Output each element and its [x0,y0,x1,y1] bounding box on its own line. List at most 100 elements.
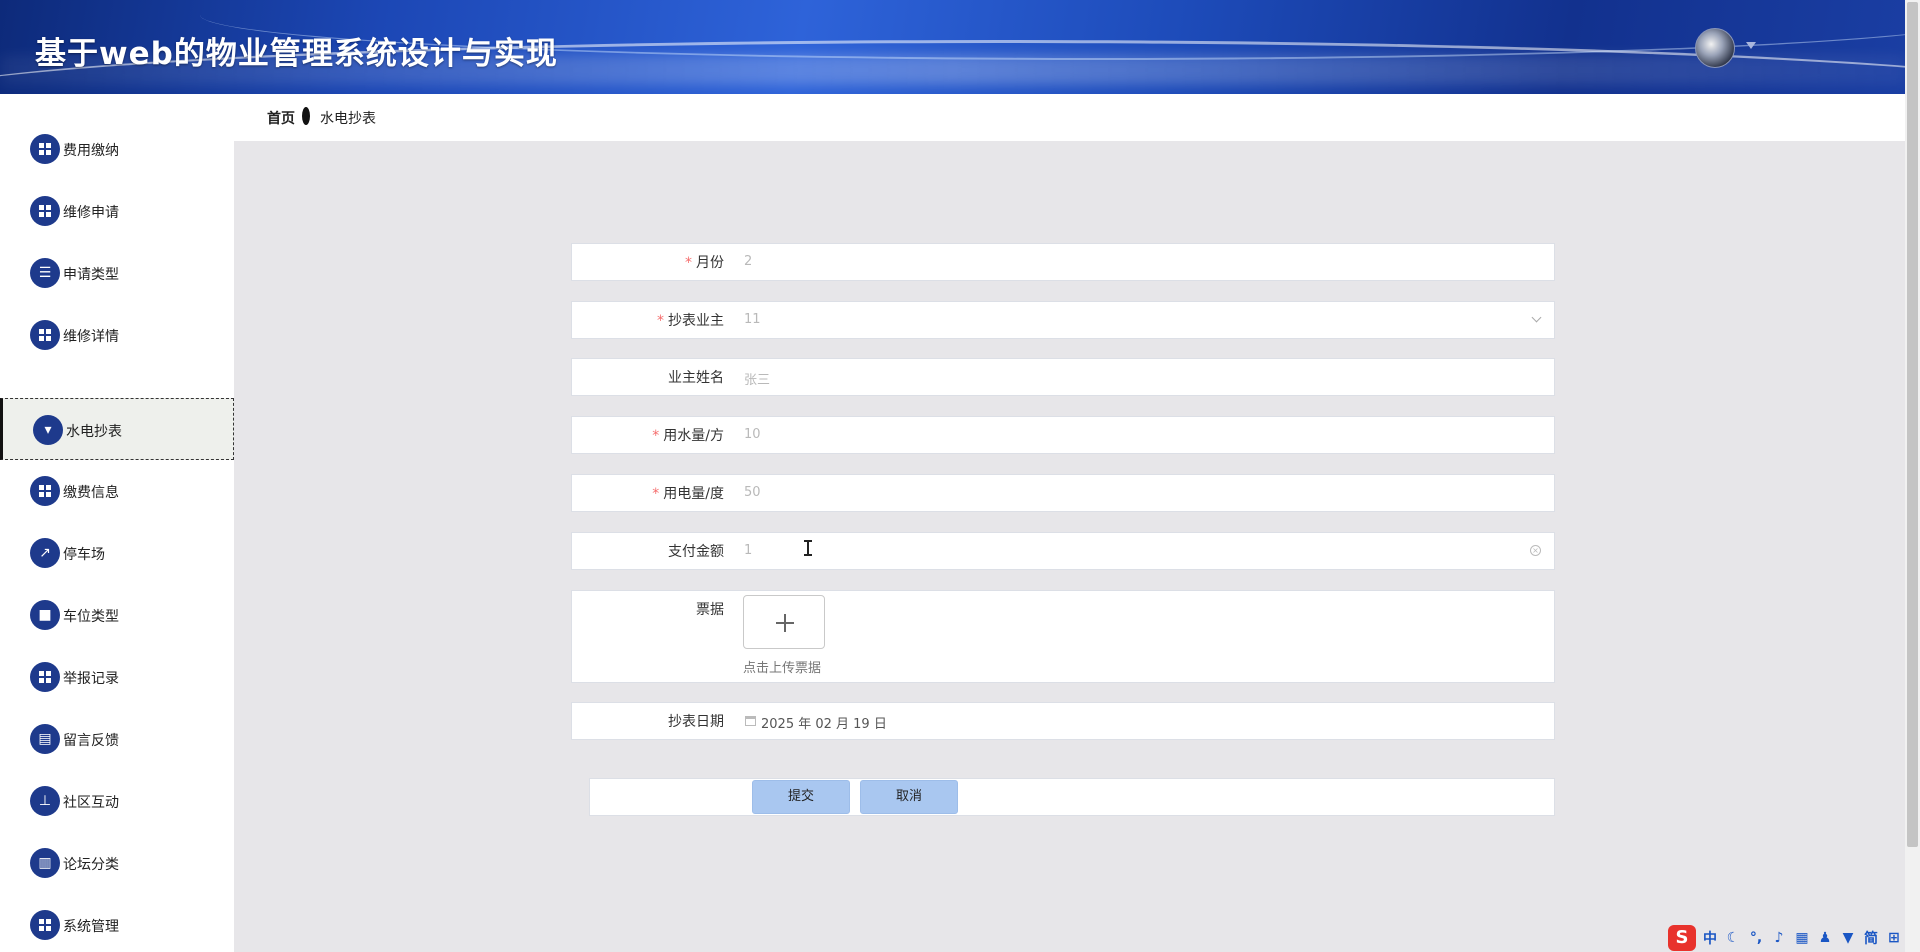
grid-icon [30,476,60,506]
form-row-month: * 月份 2 [571,243,1555,281]
user-icon[interactable]: ♟ [1816,930,1834,946]
owner-label: * 抄表业主 [657,310,724,330]
calendar-icon [745,716,756,726]
chat-icon: ■ [30,600,60,630]
shirt-icon[interactable]: ▼ [1839,930,1857,946]
sidebar-item-repair-detail[interactable]: 维修详情 [0,304,234,366]
ime-mode[interactable]: 简 [1862,928,1880,948]
clipboard-icon: ▤ [30,724,60,754]
sidebar-item-label: 停车场 [63,547,105,563]
sidebar-item-repair-request[interactable]: 维修申请 [0,180,234,242]
text-cursor-icon [804,540,812,556]
sidebar-item-label: 留言反馈 [63,733,119,749]
stamp-icon: ⊥ [30,786,60,816]
sidebar-item-feedback[interactable]: ▤ 留言反馈 [0,708,234,770]
receipt-label: 票据 [696,602,724,618]
sidebar-item-label: 维修申请 [63,205,119,221]
sidebar-item-meter-reading[interactable]: ▾ 水电抄表 [0,398,234,460]
grid-icon [30,662,60,692]
sidebar-item-label: 水电抄表 [66,424,122,440]
submit-button[interactable]: 提交 [752,780,850,814]
required-mark: * [652,428,660,444]
breadcrumb-home[interactable]: 首页 [267,108,295,128]
grid-icon [30,320,60,350]
breadcrumb-current: 水电抄表 [320,111,376,127]
owner-name-label: 业主姓名 [668,370,724,386]
sidebar-item-label: 系统管理 [63,919,119,935]
grid-icon [30,196,60,226]
clear-icon[interactable]: × [1530,545,1541,556]
sidebar-item-parking-type[interactable]: ■ 车位类型 [0,584,234,646]
form-row-owner-name: 业主姓名 张三 [571,358,1555,396]
ime-toolbar: S 中 ☾ °, ♪ ▦ ♟ ▼ 简 ⊞ [1668,924,1920,952]
moon-icon[interactable]: ☾ [1724,930,1742,946]
keyboard-icon[interactable]: ▦ [1793,930,1811,946]
month-input[interactable]: 2 [744,244,1534,280]
form-row-electric: * 用电量/度 50 [571,474,1555,512]
header: 基于web的物业管理系统设计与实现 [0,0,1905,94]
sidebar-item-label: 费用缴纳 [63,143,119,159]
sidebar-item-request-type[interactable]: ☰ 申请类型 [0,242,234,304]
month-label: * 月份 [685,252,724,272]
owner-name-input[interactable]: 张三 [744,359,1534,395]
breadcrumb: 首页 水电抄表 [234,94,1905,141]
owner-select[interactable]: 11 [744,302,1534,338]
form-row-owner: * 抄表业主 11 [571,301,1555,339]
upload-button[interactable] [743,595,825,649]
upload-hint: 点击上传票据 [743,661,822,676]
ime-language[interactable]: 中 [1701,928,1719,948]
form-row-water: * 用水量/方 10 [571,416,1555,454]
water-input[interactable]: 10 [744,417,1534,453]
amount-label: 支付金额 [668,544,724,560]
sidebar-item-label: 论坛分类 [63,857,119,873]
owner-label-text: 抄表业主 [668,313,724,329]
month-label-text: 月份 [696,255,724,271]
breadcrumb-separator-icon [302,107,310,125]
sidebar-item-fee-payment[interactable]: 费用缴纳 [0,118,234,180]
chart-icon: ↗ [30,538,60,568]
sidebar-item-label: 缴费信息 [63,485,119,501]
date-input[interactable]: 2025 年 02 月 19 日 [761,713,887,732]
required-mark: * [685,255,692,271]
cancel-button[interactable]: 取消 [860,780,958,814]
sidebar-item-community[interactable]: ⊥ 社区互动 [0,770,234,832]
water-label: * 用水量/方 [652,425,724,445]
required-mark: * [657,313,664,329]
ime-logo-icon[interactable]: S [1668,925,1696,951]
electric-input[interactable]: 50 [744,475,1534,511]
sidebar-item-label: 申请类型 [63,267,119,283]
app-title: 基于web的物业管理系统设计与实现 [35,36,558,72]
grid-icon [30,134,60,164]
date-label: 抄表日期 [668,714,724,730]
punctuation-icon[interactable]: °, [1747,930,1765,946]
sidebar-item-system[interactable]: 系统管理 [0,894,234,952]
brush-icon: ▾ [33,415,63,445]
water-label-text: 用水量/方 [663,428,724,444]
form-row-receipt: 票据 点击上传票据 [571,590,1555,683]
grid-icon [30,910,60,940]
user-avatar[interactable] [1695,28,1735,68]
scrollbar-thumb[interactable] [1907,2,1918,847]
electric-label: * 用电量/度 [652,483,724,503]
sidebar-item-label: 社区互动 [63,795,119,811]
amount-input[interactable]: 1 [744,533,1534,569]
sidebar-item-label: 维修详情 [63,329,119,345]
form-actions: 提交 取消 [589,778,1555,816]
sidebar-item-report-record[interactable]: 举报记录 [0,646,234,708]
required-mark: * [652,486,660,502]
bar-chart-icon: ▥ [30,848,60,878]
form-row-date: 抄表日期 2025 年 02 月 19 日 [571,702,1555,740]
sidebar-item-payment-info[interactable]: 缴费信息 [0,460,234,522]
grid-icon[interactable]: ⊞ [1885,930,1903,946]
sidebar-item-label: 车位类型 [63,609,119,625]
electric-label-text: 用电量/度 [663,486,724,502]
plus-icon [784,614,786,632]
microphone-icon[interactable]: ♪ [1770,930,1788,946]
sidebar-item-label: 举报记录 [63,671,119,687]
sidebar-item-parking-lot[interactable]: ↗ 停车场 [0,522,234,584]
list-icon: ☰ [30,258,60,288]
sidebar: 费用缴纳 维修申请 ☰ 申请类型 维修详情 ▾ 水电抄表 缴费信息 ↗ 停车场 … [0,94,234,952]
form-row-amount: 支付金额 1 × [571,532,1555,570]
chevron-down-icon[interactable] [1746,42,1756,49]
sidebar-item-forum-category[interactable]: ▥ 论坛分类 [0,832,234,894]
